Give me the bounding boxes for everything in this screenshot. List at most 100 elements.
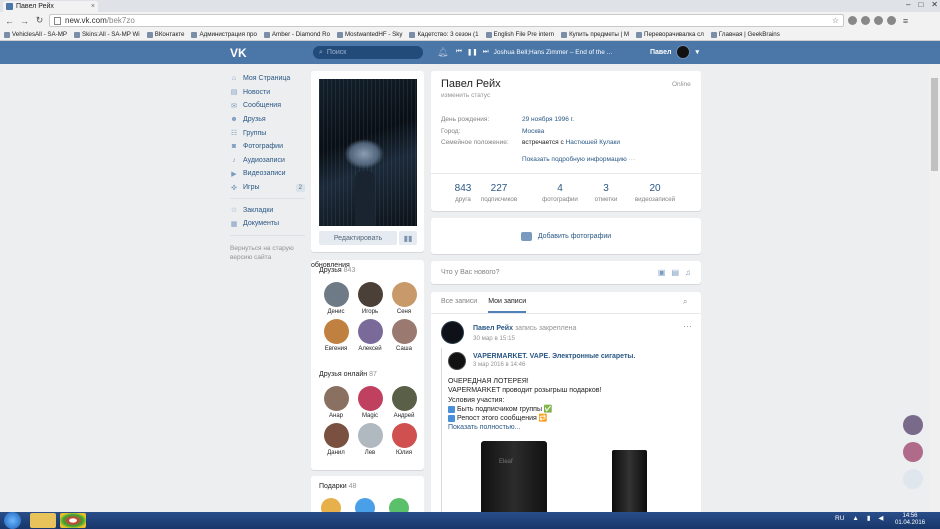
- menu-icon[interactable]: ≡: [900, 16, 911, 26]
- bookmark-item[interactable]: ВКонтакте: [146, 31, 184, 38]
- profile-counter[interactable]: 20 видеозаписей: [627, 183, 683, 203]
- attach-audio-icon[interactable]: ♫: [685, 268, 691, 277]
- volume-icon[interactable]: ◀: [878, 514, 883, 522]
- close-tab-icon[interactable]: ×: [91, 3, 95, 10]
- show-full-post-link[interactable]: Показать полностью...: [448, 423, 601, 432]
- bookmark-item[interactable]: Amber - Diamond Ro: [263, 31, 330, 38]
- menu-item[interactable]: ✉ Сообщения: [230, 99, 305, 113]
- bell-icon[interactable]: 🔔︎: [437, 47, 448, 58]
- tab-all-posts[interactable]: Все записи: [441, 298, 477, 313]
- address-bar[interactable]: new.vk.com/bek7zo ☆: [49, 14, 844, 27]
- bookmark-item[interactable]: Главная | GeekBrains: [710, 31, 780, 38]
- tray-arrow-icon[interactable]: ▲: [852, 515, 858, 522]
- menu-item[interactable]: ⌂ Моя Страница: [230, 72, 305, 86]
- add-photo-button[interactable]: Добавить фотографии: [431, 218, 701, 254]
- pause-icon[interactable]: ❚❚: [467, 48, 478, 56]
- header-user-menu[interactable]: Павел ▾: [650, 45, 699, 59]
- chat-avatar[interactable]: [903, 442, 923, 462]
- menu-item[interactable]: ✜ Игры 2: [230, 181, 305, 195]
- extension-icon[interactable]: [861, 16, 870, 25]
- friend-item[interactable]: Magic: [353, 386, 387, 419]
- post-menu-icon[interactable]: ···: [683, 321, 692, 331]
- menu-item[interactable]: ▶ Видеозаписи: [230, 167, 305, 181]
- wall-search-icon[interactable]: ⌕: [683, 297, 687, 307]
- bookmark-star-icon[interactable]: ☆: [832, 16, 839, 25]
- gifts-title[interactable]: Подарки 48: [319, 483, 356, 490]
- bookmark-item[interactable]: Администрация про: [191, 31, 257, 38]
- chrome-icon[interactable]: [60, 513, 86, 528]
- explorer-icon[interactable]: [30, 513, 56, 528]
- start-button[interactable]: [4, 512, 21, 529]
- friend-item[interactable]: Сеня: [387, 282, 421, 315]
- friends-title[interactable]: Друзья 843: [319, 267, 355, 274]
- menu-item[interactable]: ▦ Документы: [230, 217, 305, 231]
- profile-counter[interactable]: 227 подписчиков: [471, 183, 527, 203]
- next-track-icon[interactable]: ⏭: [483, 48, 489, 56]
- forward-icon[interactable]: →: [19, 16, 30, 26]
- change-status-link[interactable]: изменить статус: [441, 92, 490, 99]
- bookmark-item[interactable]: Кадетство: 3 сезон (1: [409, 31, 479, 38]
- search-input[interactable]: ⌕ Поиск: [313, 46, 423, 59]
- friend-item[interactable]: Анар: [319, 386, 353, 419]
- repost-group-name[interactable]: VAPERMARKET. VAPE. Электронные сигареты.: [473, 353, 635, 360]
- attach-photo-icon[interactable]: ▣: [658, 268, 666, 277]
- menu-item[interactable]: ☆ Закладки: [230, 203, 305, 217]
- bookmark-item[interactable]: English File Pre intern: [485, 31, 554, 38]
- extension-icon[interactable]: [887, 16, 896, 25]
- close-window-icon[interactable]: ✕: [931, 0, 938, 9]
- friend-item[interactable]: Алексей: [353, 319, 387, 352]
- bookmark-item[interactable]: VehiclesAll - SA-MP: [4, 31, 67, 38]
- tab-my-posts[interactable]: Мои записи: [488, 298, 527, 313]
- friend-item[interactable]: Евгения: [319, 319, 353, 352]
- profile-photo[interactable]: [319, 79, 417, 226]
- scrollbar-thumb[interactable]: [931, 78, 938, 171]
- language-indicator[interactable]: RU: [835, 515, 844, 522]
- chat-avatar[interactable]: [903, 469, 923, 489]
- post-author-avatar[interactable]: [441, 321, 464, 344]
- menu-item[interactable]: ◙ Фотографии: [230, 140, 305, 154]
- chat-avatar[interactable]: [903, 415, 923, 435]
- prev-track-icon[interactable]: ⏮: [456, 48, 462, 56]
- reload-icon[interactable]: ↻: [34, 15, 45, 26]
- bookmark-item[interactable]: Переворачивалка сл: [636, 31, 704, 38]
- network-icon[interactable]: ▮: [867, 514, 871, 522]
- extension-icon[interactable]: [848, 16, 857, 25]
- post-composer[interactable]: Что у Вас нового? ▣ ▤ ♫: [431, 261, 701, 284]
- bookmark-item[interactable]: Купить предметы | M: [561, 31, 629, 38]
- old-version-link[interactable]: Вернуться на старую версию сайта: [230, 244, 305, 262]
- friend-item[interactable]: Данил: [319, 423, 353, 456]
- extension-icon[interactable]: [874, 16, 883, 25]
- post-author-name[interactable]: Павел Рейх: [473, 325, 513, 332]
- menu-item[interactable]: ☷ Группы: [230, 126, 305, 140]
- scrollbar[interactable]: [929, 64, 940, 512]
- info-value[interactable]: 29 ноября 1996 г.: [522, 116, 574, 123]
- maximize-icon[interactable]: □: [918, 0, 923, 9]
- vk-logo[interactable]: VK: [230, 46, 247, 60]
- repost-date[interactable]: 3 мар 2016 в 14:46: [473, 362, 525, 368]
- online-friends-title[interactable]: Друзья онлайн 87: [319, 371, 377, 378]
- show-more-info-link[interactable]: Показать подробную информацию ···: [522, 156, 635, 163]
- friend-item[interactable]: Андрей: [387, 386, 421, 419]
- profile-counter[interactable]: 3 отметки: [578, 183, 634, 203]
- menu-item[interactable]: ☻ Друзья: [230, 113, 305, 127]
- partner-link[interactable]: Настюшей Кулаки: [566, 139, 620, 146]
- minimize-icon[interactable]: –: [906, 0, 910, 9]
- friend-item[interactable]: Саша: [387, 319, 421, 352]
- back-icon[interactable]: ←: [4, 16, 15, 26]
- friend-item[interactable]: Игорь: [353, 282, 387, 315]
- edit-profile-button[interactable]: Редактировать: [319, 231, 397, 245]
- clock[interactable]: 14:56 01.04.2016: [895, 513, 925, 527]
- bookmark-item[interactable]: Skins:All - SA-MP Wi: [74, 31, 140, 38]
- post-date[interactable]: 30 мар в 15:15: [473, 335, 515, 342]
- info-value[interactable]: Москва: [522, 128, 544, 135]
- track-title[interactable]: Joshua Bell;Hans Zimmer – End of the ...: [494, 49, 613, 56]
- repost-group-avatar[interactable]: [448, 352, 466, 370]
- attach-video-icon[interactable]: ▤: [671, 268, 679, 277]
- stats-icon[interactable]: ▮▮: [399, 231, 417, 245]
- browser-tab[interactable]: Павел Рейх ×: [3, 1, 98, 12]
- friend-item[interactable]: Лев: [353, 423, 387, 456]
- menu-item[interactable]: ♪ Аудиозаписи: [230, 154, 305, 168]
- menu-item[interactable]: ▤ Новости: [230, 86, 305, 100]
- friend-item[interactable]: Юлия: [387, 423, 421, 456]
- friend-item[interactable]: Денис: [319, 282, 353, 315]
